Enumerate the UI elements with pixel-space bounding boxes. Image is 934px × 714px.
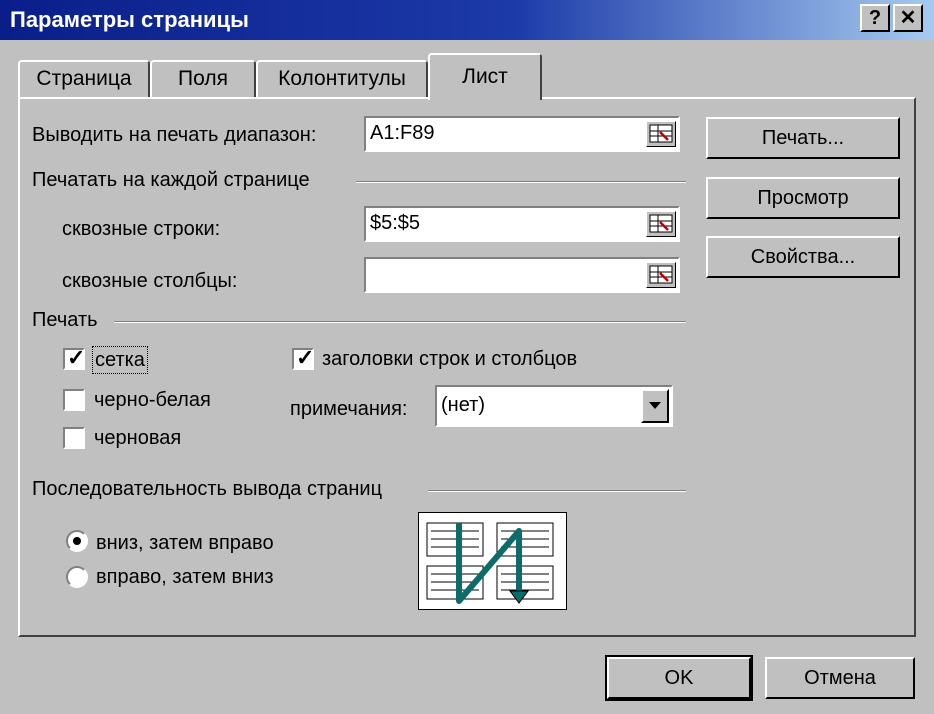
black-and-white-label[interactable]: черно-белая	[94, 387, 211, 413]
page-order-divider	[428, 490, 686, 492]
down-then-over-label[interactable]: вниз, затем вправо	[96, 530, 274, 556]
print-area-label: Выводить на печать диапазон:	[32, 124, 317, 146]
page-order-diagram	[426, 522, 554, 604]
ok-button[interactable]: OK	[605, 655, 753, 701]
rows-to-repeat-label: сквозные строки:	[62, 218, 221, 240]
gridlines-checkbox[interactable]: ✓	[63, 345, 86, 370]
print-titles-heading: Печатать на каждой странице	[32, 169, 310, 191]
print-preview-button[interactable]: Просмотр	[706, 177, 900, 219]
row-column-headings-label[interactable]: заголовки строк и столбцов	[322, 346, 577, 372]
page-order-preview	[418, 512, 567, 610]
chevron-down-icon	[649, 402, 661, 409]
over-then-down-label[interactable]: вправо, затем вниз	[96, 564, 274, 590]
comments-dropdown-button[interactable]	[641, 389, 669, 423]
tab-page[interactable]: Страница	[18, 60, 150, 98]
print-button[interactable]: Печать...	[706, 117, 900, 159]
range-select-icon	[649, 265, 673, 284]
checkmark-icon: ✓	[296, 345, 315, 370]
close-button[interactable]: ✕	[893, 4, 923, 32]
gridlines-label[interactable]: сетка	[92, 346, 148, 374]
collapse-dialog-button[interactable]	[646, 121, 676, 147]
help-button[interactable]: ?	[860, 4, 890, 32]
comments-value: (нет)	[441, 394, 485, 416]
checkmark-icon: ✓	[67, 345, 86, 370]
print-titles-divider	[356, 181, 686, 183]
row-column-headings-checkbox[interactable]: ✓	[292, 345, 315, 370]
print-divider	[114, 321, 686, 323]
print-area-input[interactable]: A1:F89	[364, 116, 680, 152]
print-heading: Печать	[32, 309, 98, 331]
rows-collapse-button[interactable]	[646, 211, 676, 237]
draft-quality-label[interactable]: черновая	[94, 425, 181, 451]
page-order-heading: Последовательность вывода страниц	[32, 478, 383, 500]
cancel-button[interactable]: Отмена	[765, 657, 915, 699]
rows-to-repeat-value: $5:$5	[370, 212, 421, 234]
tab-sheet[interactable]: Лист	[428, 53, 542, 100]
down-then-over-radio[interactable]	[66, 530, 88, 552]
window-title: Параметры страницы	[10, 7, 249, 32]
over-then-down-radio[interactable]	[66, 566, 88, 588]
print-area-value: A1:F89	[370, 122, 435, 144]
columns-to-repeat-input[interactable]	[364, 257, 680, 293]
tab-margins[interactable]: Поля	[150, 60, 256, 98]
close-icon: ✕	[899, 7, 917, 29]
tab-header-footer[interactable]: Колонтитулы	[256, 60, 428, 98]
draft-quality-checkbox[interactable]	[63, 427, 85, 449]
range-select-icon	[649, 124, 673, 143]
range-select-icon	[649, 214, 673, 233]
columns-to-repeat-label: сквозные столбцы:	[62, 270, 238, 292]
radio-dot	[73, 537, 81, 545]
columns-collapse-button[interactable]	[646, 262, 676, 288]
black-and-white-checkbox[interactable]	[63, 389, 85, 411]
options-button[interactable]: Свойства...	[706, 236, 900, 278]
rows-to-repeat-input[interactable]: $5:$5	[364, 206, 680, 242]
comments-label: примечания:	[290, 398, 408, 420]
comments-select[interactable]: (нет)	[435, 385, 673, 427]
